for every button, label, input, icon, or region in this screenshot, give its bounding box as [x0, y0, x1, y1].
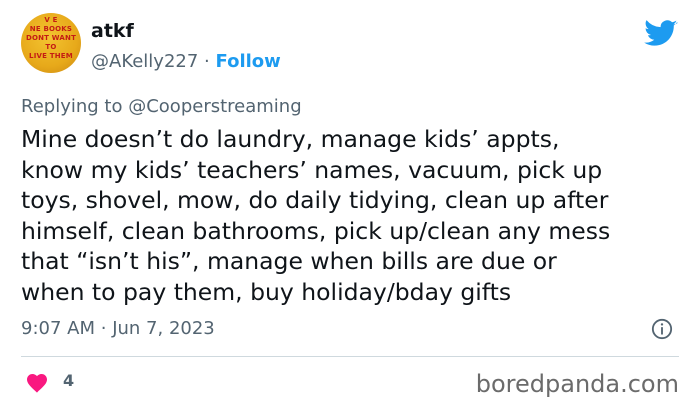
watermark: boredpanda.com [475, 370, 679, 398]
avatar-text: V E [44, 16, 58, 24]
info-icon[interactable] [651, 318, 673, 340]
tweet-line: that “isn’t his”, manage when bills are … [21, 247, 557, 275]
tweet-time: 9:07 AM [21, 318, 95, 339]
reply-mention-link[interactable]: @Cooperstreaming [128, 96, 301, 117]
like-count: 4 [63, 371, 75, 390]
tweet-line: when to pay them, buy holiday/bday gifts [21, 277, 512, 306]
tweet-text: Mine doesn’t do laundry, manage kids’ ap… [21, 124, 686, 307]
tweet-line: know my kids’ teachers’ names, vacuum, p… [21, 155, 603, 184]
user-handle[interactable]: @AKelly227 [91, 51, 198, 72]
divider [21, 356, 679, 357]
reply-prefix: Replying to [21, 96, 123, 117]
tweet-line: toys, shovel, mow, do daily tidying, cle… [21, 186, 609, 214]
avatar-text: TO [45, 43, 57, 51]
heart-icon[interactable] [25, 371, 49, 393]
avatar-text: NE BOOKS [29, 25, 73, 33]
avatar[interactable]: V E NE BOOKS DONT WANT TO LIVE THEM [21, 13, 81, 73]
twitter-bird-icon[interactable] [644, 20, 678, 48]
tweet-timestamp[interactable]: 9:07 AM · Jun 7, 2023 [21, 318, 215, 339]
avatar-text: LIVE THEM [29, 52, 73, 60]
tweet-line: himself, clean bathrooms, pick up/clean … [21, 216, 611, 245]
avatar-text: DONT WANT [25, 34, 77, 42]
follow-button[interactable]: Follow [216, 51, 281, 72]
separator-dot: · [204, 51, 210, 72]
replying-to: Replying to @Cooperstreaming [21, 96, 302, 117]
separator-dot: · [100, 318, 107, 339]
tweet-date: Jun 7, 2023 [112, 318, 215, 339]
handle-row: @AKelly227 · Follow [91, 51, 281, 72]
tweet-line: Mine doesn’t do laundry, manage kids’ ap… [21, 125, 560, 153]
display-name[interactable]: atkf [91, 20, 134, 42]
